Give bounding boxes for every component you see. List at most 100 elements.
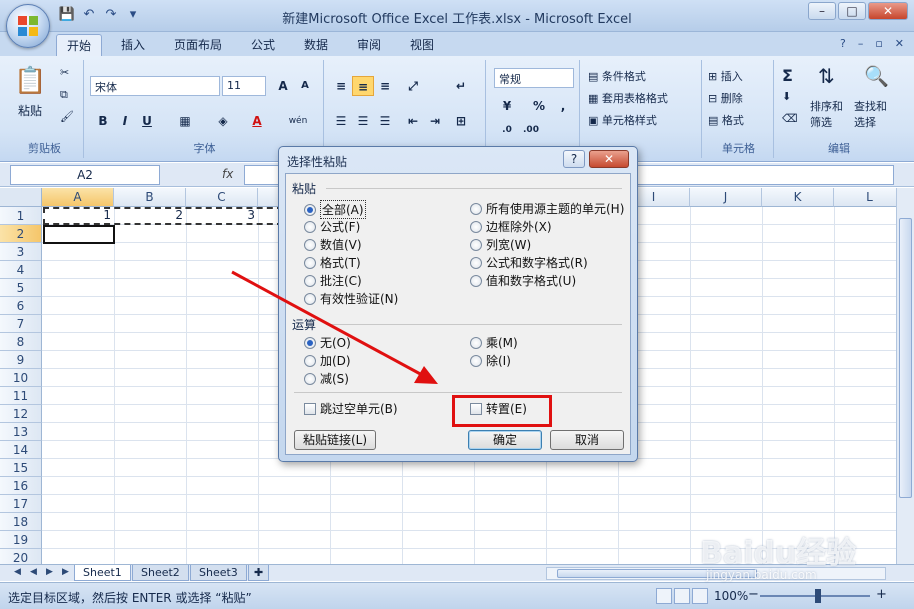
row-header-14[interactable]: 14 xyxy=(0,441,42,459)
number-format-select[interactable]: 常规 xyxy=(494,68,574,88)
row-header-3[interactable]: 3 xyxy=(0,243,42,261)
font-size-select[interactable]: 11 xyxy=(222,76,266,96)
align-center-icon[interactable]: ☰ xyxy=(352,111,374,131)
paste-option[interactable]: 列宽(W) xyxy=(470,236,531,253)
operation-option[interactable]: 减(S) xyxy=(304,370,349,387)
phonetic-button[interactable]: wén xyxy=(282,111,314,131)
row-header-5[interactable]: 5 xyxy=(0,279,42,297)
page-break-view-icon[interactable] xyxy=(692,588,708,604)
find-select-icon[interactable]: 🔍 xyxy=(864,64,889,88)
font-color-button[interactable]: A xyxy=(246,111,268,131)
row-header-13[interactable]: 13 xyxy=(0,423,42,441)
format-as-table-button[interactable]: ▦ 套用表格格式 xyxy=(588,90,668,106)
tab-review[interactable]: 审阅 xyxy=(357,36,381,53)
normal-view-icon[interactable] xyxy=(656,588,672,604)
comma-button[interactable]: , xyxy=(552,96,574,116)
dialog-help-button[interactable]: ? xyxy=(563,150,585,168)
active-cell-a2[interactable] xyxy=(43,225,115,244)
radio-button[interactable] xyxy=(470,202,482,215)
increase-indent-icon[interactable]: ⇥ xyxy=(424,111,446,131)
office-button[interactable] xyxy=(6,4,50,48)
row-header-8[interactable]: 8 xyxy=(0,333,42,351)
tab-formulas[interactable]: 公式 xyxy=(251,36,275,53)
sort-filter-icon[interactable]: ⇅ xyxy=(818,64,835,88)
borders-icon[interactable]: ▦ xyxy=(174,111,196,131)
ok-button[interactable]: 确定 xyxy=(468,430,542,450)
italic-button[interactable]: I xyxy=(114,111,136,131)
cut-icon[interactable]: ✂ xyxy=(60,66,69,79)
ribbon-minimize-icon[interactable]: – xyxy=(858,37,864,50)
currency-icon[interactable]: ¥ xyxy=(496,96,518,116)
font-name-select[interactable]: 宋体 xyxy=(90,76,220,96)
orientation-icon[interactable]: ⤢ xyxy=(402,76,424,96)
radio-button[interactable] xyxy=(304,203,316,216)
paste-option[interactable]: 数值(V) xyxy=(304,236,362,253)
align-left-icon[interactable]: ☰ xyxy=(330,111,352,131)
fill-icon[interactable]: ⬇ xyxy=(782,90,791,103)
help-icon[interactable]: ? xyxy=(840,37,846,50)
delete-cells-button[interactable]: ⊟ 删除 xyxy=(708,90,743,106)
tab-insert[interactable]: 插入 xyxy=(121,36,145,53)
row-header-12[interactable]: 12 xyxy=(0,405,42,423)
vertical-scrollbar[interactable] xyxy=(896,188,914,564)
format-cells-button[interactable]: ▤ 格式 xyxy=(708,112,744,128)
skip-blanks-checkbox[interactable]: 跳过空单元(B) xyxy=(304,400,398,417)
minimize-button[interactable]: – xyxy=(808,2,836,20)
vertical-scroll-thumb[interactable] xyxy=(899,218,912,498)
dialog-close-button[interactable]: ✕ xyxy=(589,150,629,168)
conditional-format-button[interactable]: ▤ 条件格式 xyxy=(588,68,646,84)
close-button[interactable]: ✕ xyxy=(868,2,908,20)
row-header-18[interactable]: 18 xyxy=(0,513,42,531)
prev-sheet-icon[interactable]: ◀ xyxy=(30,567,37,577)
radio-button[interactable] xyxy=(304,372,316,385)
paste-option[interactable]: 所有使用源主题的单元(H) xyxy=(470,200,624,217)
radio-button[interactable] xyxy=(304,220,316,233)
align-top-icon[interactable]: ≡ xyxy=(330,76,352,96)
sheet-tab-2[interactable]: Sheet2 xyxy=(132,565,189,581)
sheet-tab-3[interactable]: Sheet3 xyxy=(190,565,247,581)
zoom-level[interactable]: 100% xyxy=(714,589,748,603)
tab-page-layout[interactable]: 页面布局 xyxy=(174,36,222,53)
row-header-6[interactable]: 6 xyxy=(0,297,42,315)
first-sheet-icon[interactable]: ◀ xyxy=(14,567,21,577)
page-layout-view-icon[interactable] xyxy=(674,588,690,604)
radio-button[interactable] xyxy=(470,256,482,269)
row-header-4[interactable]: 4 xyxy=(0,261,42,279)
clear-icon[interactable]: ⌫ xyxy=(782,112,798,125)
format-painter-icon[interactable]: 🖌 xyxy=(60,110,74,123)
radio-button[interactable] xyxy=(470,354,482,367)
zoom-out-button[interactable]: − xyxy=(748,587,759,602)
insert-function-button[interactable]: fx xyxy=(222,167,233,181)
last-sheet-icon[interactable]: ▶ xyxy=(62,567,69,577)
underline-button[interactable]: U xyxy=(136,111,158,131)
paste-option[interactable]: 公式(F) xyxy=(304,218,360,235)
align-bottom-icon[interactable]: ≡ xyxy=(374,76,396,96)
paste-option[interactable]: 全部(A) xyxy=(304,200,366,219)
column-header-c[interactable]: C xyxy=(186,188,258,207)
operation-option[interactable]: 除(I) xyxy=(470,352,511,369)
paste-option[interactable]: 有效性验证(N) xyxy=(304,290,398,307)
sheet-tab-1[interactable]: Sheet1 xyxy=(74,565,131,581)
radio-button[interactable] xyxy=(470,220,482,233)
operation-option[interactable]: 加(D) xyxy=(304,352,351,369)
grow-font-button[interactable]: A xyxy=(272,76,294,96)
row-header-2[interactable]: 2 xyxy=(0,225,42,243)
paste-option[interactable]: 值和数字格式(U) xyxy=(470,272,576,289)
next-sheet-icon[interactable]: ▶ xyxy=(46,567,53,577)
radio-button[interactable] xyxy=(470,336,482,349)
radio-button[interactable] xyxy=(304,274,316,287)
row-header-9[interactable]: 9 xyxy=(0,351,42,369)
row-header-1[interactable]: 1 xyxy=(0,207,42,225)
paste-option[interactable]: 批注(C) xyxy=(304,272,362,289)
row-header-20[interactable]: 20 xyxy=(0,549,42,564)
decrease-indent-icon[interactable]: ⇤ xyxy=(402,111,424,131)
skip-blanks-box[interactable] xyxy=(304,402,316,415)
row-header-17[interactable]: 17 xyxy=(0,495,42,513)
ribbon-close-icon[interactable]: ✕ xyxy=(895,37,904,50)
decrease-decimal-icon[interactable]: .00 xyxy=(520,120,542,140)
radio-button[interactable] xyxy=(304,292,316,305)
name-box[interactable]: A2 xyxy=(10,165,160,185)
column-header-k[interactable]: K xyxy=(762,188,834,207)
paste-button[interactable]: 粘贴 xyxy=(18,102,42,119)
sort-filter-button[interactable]: 排序和 筛选 xyxy=(810,98,843,130)
